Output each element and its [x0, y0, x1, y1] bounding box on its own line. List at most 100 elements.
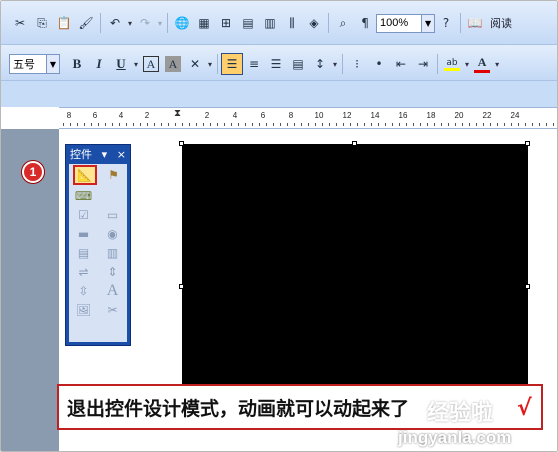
design-mode-icon[interactable]: 📐: [72, 165, 97, 185]
paragraph-mark-icon[interactable]: ¶: [354, 12, 376, 34]
line-spacing-dropdown-icon[interactable]: ▾: [333, 60, 337, 69]
image-icon[interactable]: 🖼: [74, 301, 94, 318]
ruler-tick: [140, 123, 141, 126]
ruler-number: 8: [288, 111, 294, 120]
ruler-number: 16: [398, 111, 408, 120]
cut-icon[interactable]: ✂: [9, 12, 31, 34]
properties-icon[interactable]: ⚑: [104, 167, 124, 184]
bold-button[interactable]: B: [66, 53, 88, 75]
format-painter-icon[interactable]: 🖌: [75, 12, 97, 34]
scrollbar-icon[interactable]: ⇳: [74, 282, 94, 299]
ruler-tick: [70, 123, 71, 126]
font-color-bar: [474, 70, 491, 73]
tables-borders-icon[interactable]: ▦: [193, 12, 215, 34]
align-center-icon[interactable]: ≡: [243, 53, 265, 75]
ruler-tick: [210, 123, 211, 126]
paste-icon[interactable]: 📋: [53, 12, 75, 34]
checkbox-icon[interactable]: ☑: [74, 206, 94, 223]
ruler-tick: [357, 123, 358, 126]
align-right-icon[interactable]: ☰: [265, 53, 287, 75]
view-code-icon[interactable]: ⌨: [74, 187, 94, 204]
font-color-dropdown-icon[interactable]: ▾: [495, 60, 499, 69]
copy-icon[interactable]: ⎘: [31, 12, 53, 34]
ruler-tick: [504, 123, 505, 126]
ruler-tick: [476, 123, 477, 126]
insert-table-icon[interactable]: ⊞: [215, 12, 237, 34]
resize-handle[interactable]: [352, 141, 357, 146]
option-button-icon[interactable]: ◉: [103, 225, 123, 242]
ruler-tick: [294, 123, 295, 126]
undo-icon[interactable]: ↶: [104, 12, 126, 34]
ruler-tick: [539, 123, 540, 126]
show-hide-icon[interactable]: ⌕: [332, 12, 354, 34]
combobox-icon[interactable]: ▥: [103, 244, 123, 261]
increase-indent-icon[interactable]: ⇥: [412, 53, 434, 75]
numbering-icon[interactable]: ⁝: [346, 53, 368, 75]
indent-marker-icon[interactable]: ⧗: [174, 108, 181, 119]
watermark-url: jingyanla.com: [398, 428, 512, 447]
ruler-tick: [280, 123, 281, 126]
listbox-icon[interactable]: ▤: [74, 244, 94, 261]
ruler-tick: [154, 123, 155, 126]
zoom-dropdown-icon[interactable]: ▼: [422, 13, 436, 33]
help-icon[interactable]: ?: [435, 12, 457, 34]
ruler-tick: [217, 123, 218, 126]
horizontal-ruler[interactable]: ⧗ 8 6 4 2 2 4 6 8 10 12 14 16 18 20 22 24: [59, 107, 557, 129]
ruler-tick: [287, 123, 288, 126]
underline-dropdown-icon[interactable]: ▾: [134, 60, 138, 69]
close-icon[interactable]: ×: [117, 148, 126, 161]
ruler-tick: [266, 123, 267, 126]
resize-handle[interactable]: [179, 141, 184, 146]
label-icon[interactable]: A: [103, 282, 123, 299]
ruler-tick: [546, 123, 547, 126]
char-shading-button[interactable]: A: [162, 53, 184, 75]
line-spacing-icon[interactable]: ↕: [309, 53, 331, 75]
spin-button-icon[interactable]: ⇕: [103, 263, 123, 280]
ruler-tick: [364, 123, 365, 126]
toolbar-dock-area: [1, 81, 557, 107]
ruler-number: 10: [314, 111, 324, 120]
font-size-dropdown-icon[interactable]: ▼: [47, 54, 60, 74]
font-size-select[interactable]: 五号: [9, 54, 47, 74]
ruler-tick: [385, 123, 386, 126]
more-controls-icon[interactable]: ✂: [103, 301, 123, 318]
font-color-button[interactable]: A: [471, 53, 493, 75]
italic-button[interactable]: I: [88, 53, 110, 75]
control-toolbox-titlebar[interactable]: 控件 ▾ ×: [66, 145, 130, 163]
redo-dropdown-icon[interactable]: ▾: [158, 19, 162, 28]
justify-icon[interactable]: ▤: [287, 53, 309, 75]
hyperlink-icon[interactable]: 🌐: [171, 12, 193, 34]
highlight-button[interactable]: ab: [441, 53, 463, 75]
undo-dropdown-icon[interactable]: ▾: [128, 19, 132, 28]
char-border-button[interactable]: A: [140, 53, 162, 75]
resize-handle[interactable]: [525, 284, 530, 289]
toggle-button-icon[interactable]: ⇌: [74, 263, 94, 280]
control-toolbox: 控件 ▾ × 📐 ⚑ ⌨ ☑ ▭ ▬ ◉ ▤ ▥ ⇌ ⇕ ⇳ A 🖼 ✂: [65, 144, 131, 346]
char-scale-dropdown-icon[interactable]: ▾: [208, 60, 212, 69]
decrease-indent-icon[interactable]: ⇤: [390, 53, 412, 75]
toolbox-menu-icon[interactable]: ▾: [102, 148, 108, 161]
command-button-icon[interactable]: ▬: [74, 225, 94, 242]
highlight-dropdown-icon[interactable]: ▾: [465, 60, 469, 69]
animation-control-object[interactable]: [182, 144, 528, 394]
zoom-select[interactable]: 100%: [376, 13, 423, 33]
redo-icon[interactable]: ↷: [134, 12, 156, 34]
read-button-label[interactable]: 阅读: [490, 15, 512, 31]
ruler-tick: [329, 123, 330, 126]
insert-excel-icon[interactable]: ▤: [237, 12, 259, 34]
ruler-tick: [91, 123, 92, 126]
bullets-icon[interactable]: •: [368, 53, 390, 75]
underline-button[interactable]: U: [110, 53, 132, 75]
resize-handle[interactable]: [179, 284, 184, 289]
align-left-icon[interactable]: ☰: [221, 53, 244, 75]
char-scale-icon[interactable]: ✕: [184, 53, 206, 75]
ruler-tick: [371, 123, 372, 126]
document-map-icon[interactable]: ◈: [303, 12, 325, 34]
read-icon[interactable]: 📖: [464, 12, 486, 34]
columns-icon[interactable]: ▥: [259, 12, 281, 34]
textbox-icon[interactable]: ▭: [103, 206, 123, 223]
resize-handle[interactable]: [525, 141, 530, 146]
ruler-tick: [238, 123, 239, 126]
drawing-icon[interactable]: ⫼: [281, 12, 303, 34]
ruler-tick: [525, 123, 526, 126]
